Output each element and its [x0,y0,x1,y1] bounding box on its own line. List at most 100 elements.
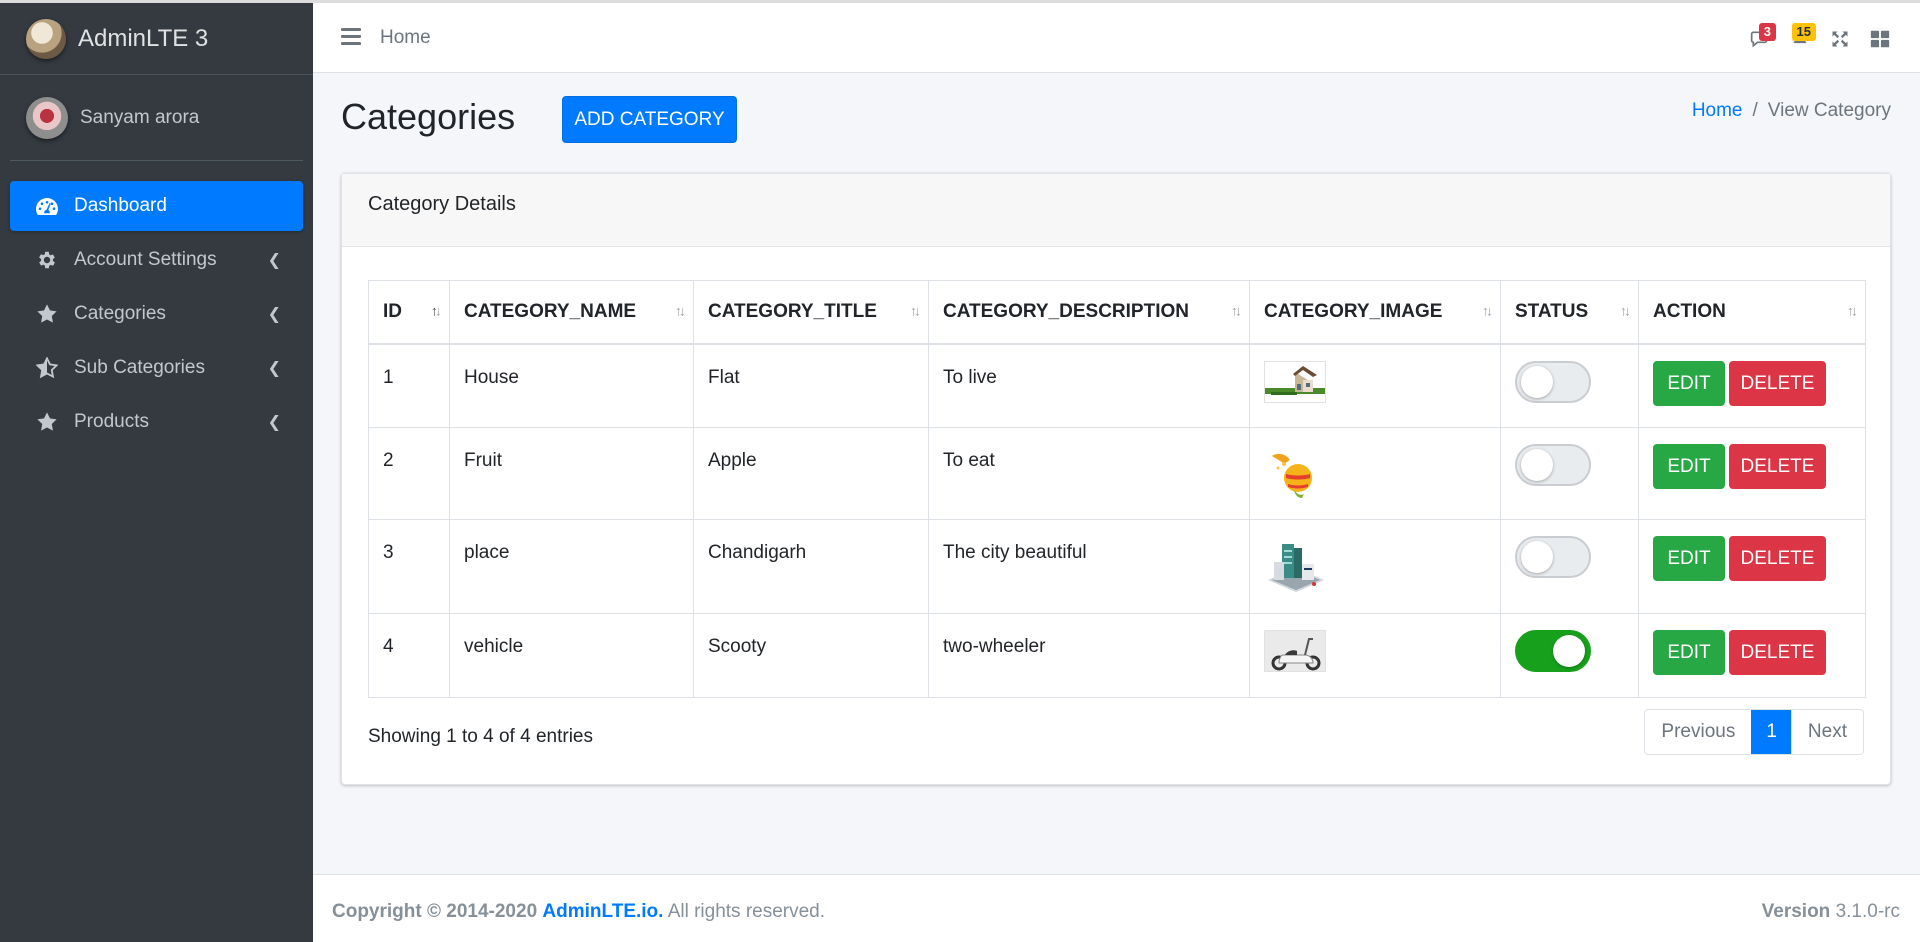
navbar-right-icons: 3 15 [1740,23,1900,55]
messages-button[interactable]: 3 [1740,23,1780,55]
cell-image [1249,427,1501,520]
cell-description: two-wheeler [928,613,1250,698]
column-header-status[interactable]: STATUS ↑↓ [1500,280,1639,345]
chevron-left-icon: ❮ [267,306,281,323]
sidebar-item-label: Categories [74,303,166,324]
delete-button[interactable]: DELETE [1729,444,1826,489]
cell-name: House [449,343,694,428]
column-header-category-description[interactable]: CATEGORY_DESCRIPTION ↑↓ [928,280,1250,345]
category-details-card: Category Details ID ↑↓ CATEGORY_NAME ↑↓ CA… [341,173,1891,785]
cell-image [1249,519,1501,614]
cell-id: 2 [368,427,450,520]
cell-status [1500,519,1639,614]
breadcrumb-home-link[interactable]: Home [1692,100,1743,121]
cell-name: Fruit [449,427,694,520]
pagination-page-1[interactable]: 1 [1751,710,1791,754]
chevron-left-icon: ❮ [267,414,281,431]
cell-image [1249,343,1501,428]
sidebar-item-label: Products [74,411,149,432]
column-header-category-name[interactable]: CATEGORY_NAME ↑↓ [449,280,694,345]
edit-button[interactable]: EDIT [1653,360,1725,406]
messages-badge: 3 [1758,23,1776,41]
top-navbar: Home 3 15 [313,0,1920,73]
cell-title: Scooty [693,613,929,698]
rights-text: All rights reserved. [667,901,826,922]
cell-id: 1 [368,343,450,428]
control-sidebar-button[interactable] [1860,23,1900,55]
delete-button[interactable]: DELETE [1729,536,1826,581]
column-header-action[interactable]: ACTION ↑↓ [1638,280,1866,345]
city-thumbnail [1264,536,1326,596]
menu-toggle-icon[interactable] [341,28,361,46]
pagination-previous[interactable]: Previous [1645,710,1751,754]
star-icon [34,301,60,327]
avatar [26,96,68,139]
version-number: 3.1.0-rc [1835,901,1900,922]
column-header-id[interactable]: ID ↑↓ [368,280,450,345]
delete-button[interactable]: DELETE [1729,630,1826,675]
user-panel[interactable]: Sanyam arora [10,75,303,161]
cell-status [1500,343,1639,428]
star-icon [34,409,60,435]
cell-description: To eat [928,427,1250,520]
status-toggle[interactable] [1515,360,1591,403]
nav-home-link[interactable]: Home [380,27,431,49]
sort-icon: ↑↓ [1231,302,1242,319]
gear-icon [34,247,60,273]
main-sidebar: AdminLTE 3 Sanyam arora Dashboard Accoun… [0,0,313,942]
column-header-category-title[interactable]: CATEGORY_TITLE ↑↓ [693,280,929,345]
brand-name: AdminLTE 3 [78,24,209,52]
fullscreen-button[interactable] [1820,23,1860,55]
edit-button[interactable]: EDIT [1653,536,1725,581]
sort-icon: ↑↓ [1482,302,1493,319]
chevron-left-icon: ❮ [267,360,281,377]
cell-actions: EDIT DELETE [1638,519,1866,614]
sort-icon: ↑↓ [1847,302,1858,319]
delete-button[interactable]: DELETE [1729,360,1826,406]
breadcrumb-current: View Category [1767,100,1891,121]
status-toggle[interactable] [1515,630,1591,672]
cell-image [1249,613,1501,698]
categories-table: ID ↑↓ CATEGORY_NAME ↑↓ CATEGORY_TITLE ↑↓ CA… [368,280,1866,698]
table-header-row: ID ↑↓ CATEGORY_NAME ↑↓ CATEGORY_TITLE ↑↓ CA… [368,280,1866,345]
adminlte-link[interactable]: AdminLTE.io. [542,901,663,922]
add-category-button[interactable]: ADD CATEGORY [562,96,737,143]
footer-version: Version 3.1.0-rc [1762,901,1900,923]
edit-button[interactable]: EDIT [1653,630,1725,675]
cell-id: 4 [368,613,450,698]
brand-logo [26,18,66,59]
notifications-button[interactable]: 15 [1780,23,1820,55]
user-name[interactable]: Sanyam arora [80,107,199,129]
sidebar-nav: Dashboard Account Settings ❮ Categories … [0,181,313,447]
sidebar-item-dashboard[interactable]: Dashboard [10,181,303,231]
expand-arrows-icon [1832,31,1848,47]
sidebar-item-categories[interactable]: Categories ❮ [10,289,303,339]
cell-status [1500,613,1639,698]
sort-icon: ↑↓ [675,302,686,319]
house-thumbnail [1264,360,1326,403]
cell-actions: EDIT DELETE [1638,613,1866,698]
card-title: Category Details [342,174,1890,247]
copyright-text: Copyright © 2014-2020 [332,901,538,922]
sidebar-item-sub-categories[interactable]: Sub Categories ❮ [10,343,303,393]
main-footer: Copyright © 2014-2020 AdminLTE.io. All r… [313,874,1920,942]
footer-copyright: Copyright © 2014-2020 AdminLTE.io. All r… [332,901,825,923]
fruit-thumbnail [1264,444,1326,504]
sort-asc-icon: ↑↓ [431,302,442,319]
sidebar-item-account-settings[interactable]: Account Settings ❮ [10,235,303,285]
sidebar-item-products[interactable]: Products ❮ [10,397,303,447]
column-header-category-image[interactable]: CATEGORY_IMAGE ↑↓ [1249,280,1501,345]
edit-button[interactable]: EDIT [1653,444,1725,489]
star-half-icon [34,355,60,381]
brand-link[interactable]: AdminLTE 3 [0,3,313,75]
chevron-left-icon: ❮ [267,252,281,269]
table-row: 2 Fruit Apple To eat EDIT DELETE [368,427,1866,520]
tachometer-icon [34,193,60,219]
status-toggle[interactable] [1515,536,1591,578]
cell-name: place [449,519,694,614]
cell-name: vehicle [449,613,694,698]
pagination-next[interactable]: Next [1790,710,1863,754]
status-toggle[interactable] [1515,444,1591,486]
table-row: 3 place Chandigarh The city beautiful ED… [368,519,1866,614]
cell-actions: EDIT DELETE [1638,343,1866,428]
